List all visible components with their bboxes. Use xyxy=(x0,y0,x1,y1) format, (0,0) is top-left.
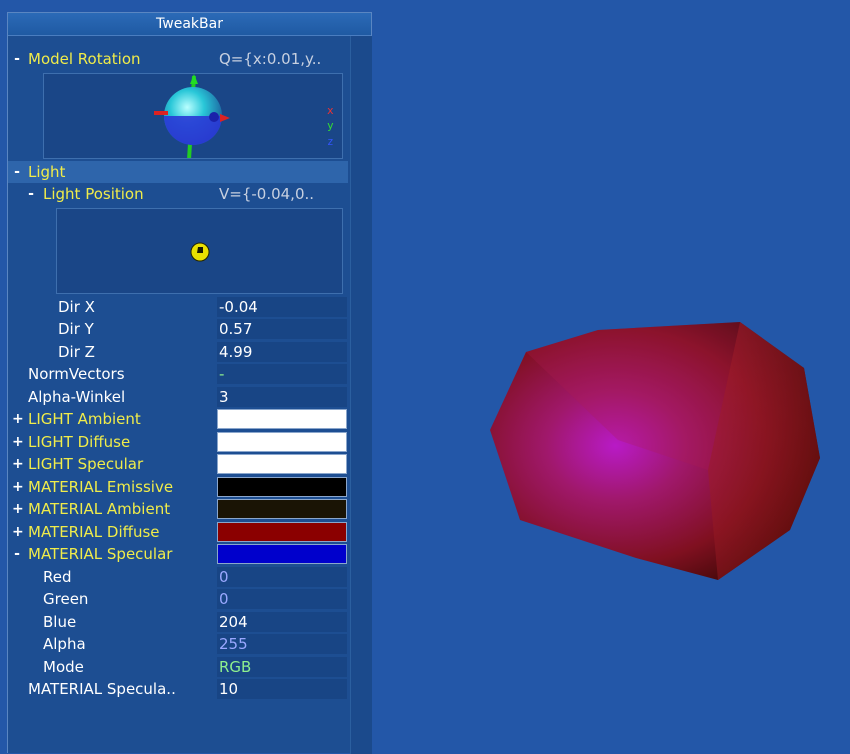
red-row[interactable]: Red 0 xyxy=(8,566,350,588)
red-value[interactable]: 0 xyxy=(217,567,347,587)
light-diffuse-row[interactable]: + LIGHT Diffuse xyxy=(8,431,350,453)
rotation-widget[interactable]: x y z xyxy=(43,73,343,161)
light-diffuse-swatch[interactable] xyxy=(217,432,347,452)
material-ambient-row[interactable]: + MATERIAL Ambient xyxy=(8,498,350,520)
light-specular-swatch[interactable] xyxy=(217,454,347,474)
material-emissive-label: MATERIAL Emissive xyxy=(28,478,174,496)
light-ambient-swatch[interactable] xyxy=(217,409,347,429)
rendered-mesh xyxy=(490,322,820,580)
material-specular-label: MATERIAL Specular xyxy=(28,545,173,563)
dir-x-label: Dir X xyxy=(58,298,95,316)
material-specular-swatch[interactable] xyxy=(217,544,347,564)
tweakbar-title[interactable]: TweakBar xyxy=(8,13,371,36)
material-specular-power-row[interactable]: MATERIAL Specula.. 10 xyxy=(8,678,350,700)
light-ambient-label: LIGHT Ambient xyxy=(28,410,141,428)
rotation-sphere-icon[interactable]: x y z xyxy=(44,74,342,161)
mode-value[interactable]: RGB xyxy=(217,657,347,677)
dir-y-row[interactable]: Dir Y 0.57 xyxy=(8,318,350,340)
material-ambient-swatch[interactable] xyxy=(217,499,347,519)
red-label: Red xyxy=(43,568,72,586)
alpha-label: Alpha xyxy=(43,635,86,653)
dir-z-value[interactable]: 4.99 xyxy=(217,342,347,362)
expand-toggle[interactable]: + xyxy=(12,498,24,520)
expand-toggle[interactable]: + xyxy=(12,521,24,543)
expand-toggle[interactable]: + xyxy=(12,453,24,475)
material-emissive-row[interactable]: + MATERIAL Emissive xyxy=(8,476,350,498)
expand-toggle[interactable]: + xyxy=(12,431,24,453)
light-specular-label: LIGHT Specular xyxy=(28,455,144,473)
light-position-value[interactable]: V={-0.04,0.. xyxy=(217,184,347,204)
norm-vectors-value[interactable]: - xyxy=(217,364,347,384)
alpha-winkel-value[interactable]: 3 xyxy=(217,387,347,407)
direction-widget[interactable] xyxy=(56,208,343,294)
light-group-row[interactable]: - Light xyxy=(8,161,348,183)
material-diffuse-label: MATERIAL Diffuse xyxy=(28,523,160,541)
svg-text:z: z xyxy=(327,135,334,148)
material-specular-power-value[interactable]: 10 xyxy=(217,679,347,699)
dir-x-row[interactable]: Dir X -0.04 xyxy=(8,296,350,318)
light-specular-row[interactable]: + LIGHT Specular xyxy=(8,453,350,475)
material-diffuse-swatch[interactable] xyxy=(217,522,347,542)
norm-vectors-row[interactable]: NormVectors - xyxy=(8,363,350,385)
green-label: Green xyxy=(43,590,89,608)
light-group-label: Light xyxy=(28,163,66,181)
material-ambient-label: MATERIAL Ambient xyxy=(28,500,171,518)
light-diffuse-label: LIGHT Diffuse xyxy=(28,433,131,451)
green-row[interactable]: Green 0 xyxy=(8,588,350,610)
material-diffuse-row[interactable]: + MATERIAL Diffuse xyxy=(8,521,350,543)
alpha-row[interactable]: Alpha 255 xyxy=(8,633,350,655)
collapse-toggle[interactable]: - xyxy=(12,543,22,565)
alpha-winkel-label: Alpha-Winkel xyxy=(28,388,126,406)
model-rotation-label: Model Rotation xyxy=(28,50,141,68)
material-emissive-swatch[interactable] xyxy=(217,477,347,497)
svg-text:y: y xyxy=(327,119,334,132)
direction-arrow-icon[interactable] xyxy=(57,209,342,293)
mode-label: Mode xyxy=(43,658,84,676)
alpha-winkel-row[interactable]: Alpha-Winkel 3 xyxy=(8,386,350,408)
dir-y-value[interactable]: 0.57 xyxy=(217,319,347,339)
expand-toggle[interactable]: + xyxy=(12,476,24,498)
material-specular-power-label: MATERIAL Specula.. xyxy=(28,680,176,698)
collapse-toggle[interactable]: - xyxy=(12,48,22,70)
collapse-toggle[interactable]: - xyxy=(26,183,36,205)
blue-row[interactable]: Blue 204 xyxy=(8,611,350,633)
green-value[interactable]: 0 xyxy=(217,589,347,609)
dir-z-label: Dir Z xyxy=(58,343,95,361)
norm-vectors-label: NormVectors xyxy=(28,365,125,383)
dir-z-row[interactable]: Dir Z 4.99 xyxy=(8,341,350,363)
tweakbar-scrollbar[interactable] xyxy=(350,36,372,754)
light-ambient-row[interactable]: + LIGHT Ambient xyxy=(8,408,350,430)
material-specular-row[interactable]: - MATERIAL Specular xyxy=(8,543,350,565)
light-position-row[interactable]: - Light Position V={-0.04,0.. xyxy=(8,183,350,205)
alpha-value[interactable]: 255 xyxy=(217,634,347,654)
tweakbar-panel: TweakBar - Model Rotation Q={x:0.01,y.. … xyxy=(7,12,372,754)
blue-label: Blue xyxy=(43,613,77,631)
model-rotation-row[interactable]: - Model Rotation Q={x:0.01,y.. xyxy=(8,48,350,70)
model-rotation-value[interactable]: Q={x:0.01,y.. xyxy=(217,49,347,69)
dir-x-value[interactable]: -0.04 xyxy=(217,297,347,317)
light-position-label: Light Position xyxy=(43,185,144,203)
blue-value[interactable]: 204 xyxy=(217,612,347,632)
mode-row[interactable]: Mode RGB xyxy=(8,656,350,678)
svg-text:x: x xyxy=(327,104,334,117)
dir-y-label: Dir Y xyxy=(58,320,94,338)
collapse-toggle[interactable]: - xyxy=(12,161,22,183)
expand-toggle[interactable]: + xyxy=(12,408,24,430)
